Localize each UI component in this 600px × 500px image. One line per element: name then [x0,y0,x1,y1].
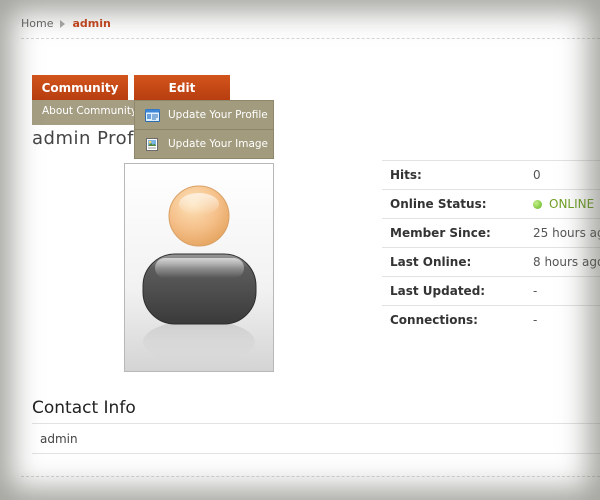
header-divider [21,38,600,39]
info-label: Online Status: [390,197,487,211]
info-value: - [533,313,538,327]
profile-info-table: Hits: 0 Online Status: ONLINE Member Sin… [382,160,600,334]
image-icon [146,137,158,151]
breadcrumb: Home admin [21,17,111,30]
online-dot-icon [533,199,542,209]
info-row-hits: Hits: 0 [382,161,600,190]
breadcrumb-current: admin [72,17,111,30]
online-status: ONLINE [533,197,594,211]
online-status-text: ONLINE [549,197,595,211]
tab-community[interactable]: Community [32,75,128,100]
avatar[interactable] [124,163,274,372]
menu-item-label: Update Your Image [168,138,269,150]
info-row-online-status: Online Status: ONLINE [382,190,600,219]
edit-dropdown-menu: Update Your Profile Update Your Image [134,100,274,159]
menu-item-label: Update Your Profile [168,109,268,121]
default-user-avatar-icon [142,185,257,364]
menu-item-update-profile[interactable]: Update Your Profile [135,101,273,130]
profile-card-icon [145,108,160,122]
info-row-connections: Connections: - [382,306,600,334]
info-value: - [533,284,538,298]
info-label: Member Since: [390,226,491,240]
subnav-about-community[interactable]: About Community B [42,105,148,117]
info-value: 0 [533,168,541,182]
info-label: Hits: [390,168,422,182]
info-value: 8 hours ago [533,255,600,269]
contact-name-row: admin [32,423,600,454]
info-label: Connections: [390,313,478,327]
menu-item-update-image[interactable]: Update Your Image [135,130,273,158]
contact-name: admin [40,431,78,446]
info-label: Last Online: [390,255,472,269]
info-value: 25 hours ago [533,226,600,240]
breadcrumb-arrow-icon [60,19,66,28]
info-label: Last Updated: [390,284,486,298]
contact-info-heading: Contact Info [32,398,136,418]
tab-edit[interactable]: Edit [134,75,230,100]
page-title-text: admin Profil [32,128,146,149]
info-row-last-updated: Last Updated: - [382,277,600,306]
footer-divider [21,476,600,477]
info-row-last-online: Last Online: 8 hours ago [382,248,600,277]
info-row-member-since: Member Since: 25 hours ago [382,219,600,248]
breadcrumb-home-link[interactable]: Home [21,17,53,30]
